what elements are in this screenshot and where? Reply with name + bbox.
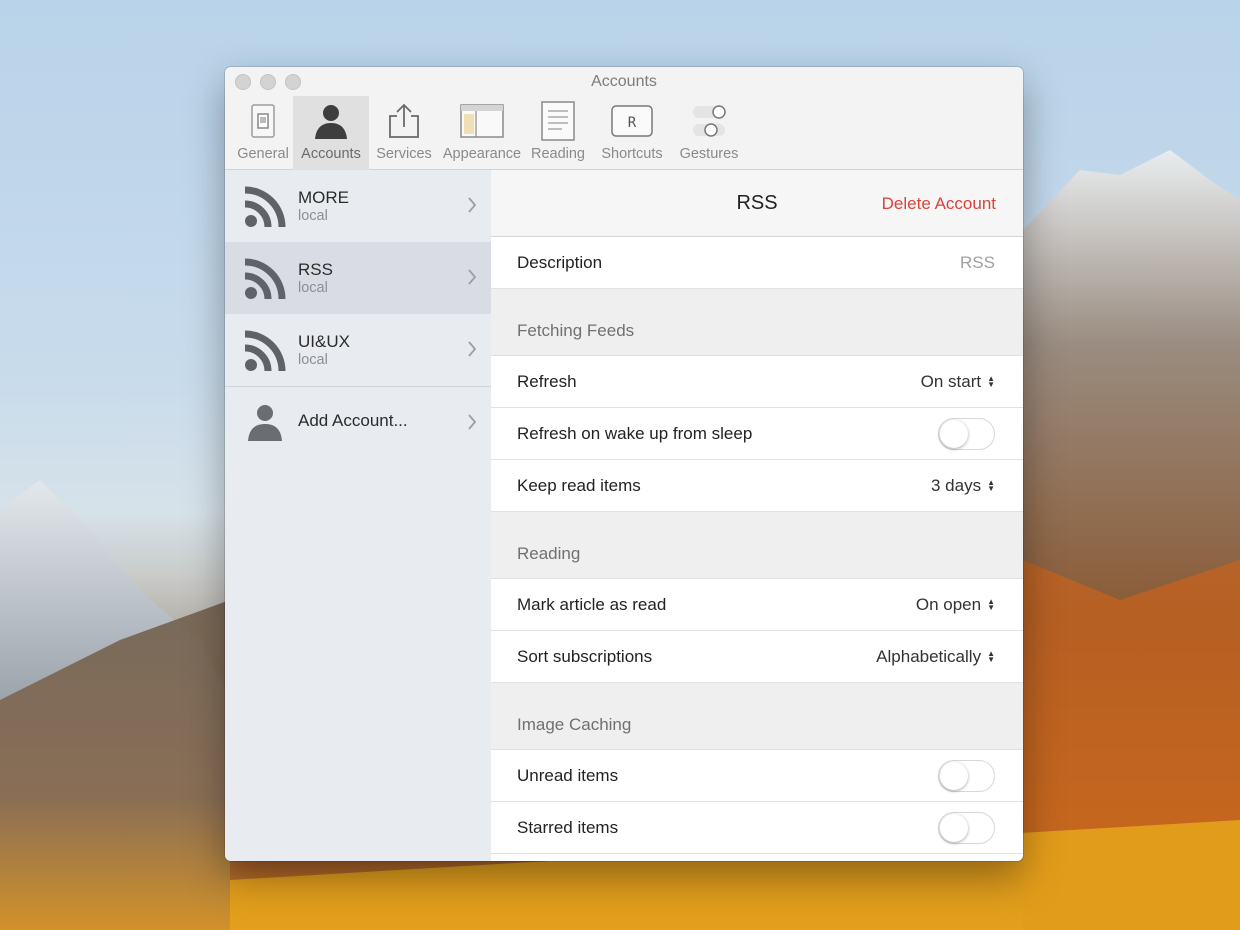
tab-shortcuts[interactable]: R Shortcuts <box>591 96 673 170</box>
refresh-wake-label: Refresh on wake up from sleep <box>517 424 753 443</box>
description-label: Description <box>517 253 603 272</box>
section-heading: Fetching Feeds <box>517 321 635 340</box>
sort-row: Sort subscriptions Alphabetically ▲ ▼ <box>491 631 1023 683</box>
description-field[interactable]: RSS <box>960 253 995 273</box>
toggle-knob <box>940 420 968 448</box>
layout-icon <box>460 100 504 142</box>
mark-read-label: Mark article as read <box>517 595 667 614</box>
account-item-uiux[interactable]: UI&UX local <box>225 314 491 386</box>
tab-accounts[interactable]: Accounts <box>293 96 369 170</box>
keyboard-key-icon: R <box>610 100 654 142</box>
window-title: Accounts <box>591 73 657 90</box>
updown-arrows-icon: ▲ ▼ <box>987 649 995 664</box>
accounts-sidebar: MORE local RSS local UI&UX local Add Acc… <box>225 170 492 861</box>
preferences-window: Accounts General Accounts Services Appea… <box>225 67 1023 861</box>
keep-read-row: Keep read items 3 days ▲ ▼ <box>491 460 1023 512</box>
starred-items-label: Starred items <box>517 818 619 837</box>
chevron-right-icon <box>468 197 477 213</box>
account-type: local <box>298 208 328 224</box>
description-row[interactable]: Description RSS <box>491 237 1023 289</box>
refresh-wake-row: Refresh on wake up from sleep <box>491 408 1023 460</box>
keep-read-value: 3 days <box>930 476 982 495</box>
tab-gestures[interactable]: Gestures <box>673 96 745 170</box>
add-account-button[interactable]: Add Account... <box>225 387 491 457</box>
chevron-right-icon <box>468 414 477 430</box>
account-name: MORE <box>298 188 349 207</box>
mark-read-value: On open <box>915 595 982 614</box>
tab-reading[interactable]: Reading <box>525 96 591 170</box>
mark-read-row: Mark article as read On open ▲ ▼ <box>491 579 1023 631</box>
updown-arrows-icon: ▲ ▼ <box>987 597 995 612</box>
unread-items-toggle[interactable] <box>938 760 995 792</box>
sort-popup[interactable]: Alphabetically ▲ ▼ <box>876 647 995 667</box>
toggle-knob <box>940 762 968 790</box>
person-icon <box>309 100 353 142</box>
toggles-icon <box>687 100 731 142</box>
toggle-knob <box>940 814 968 842</box>
delete-account-button[interactable]: Delete Account <box>882 194 996 214</box>
updown-arrows-icon: ▲ ▼ <box>987 478 995 493</box>
starred-items-toggle[interactable] <box>938 812 995 844</box>
rss-feed-icon <box>244 258 286 300</box>
person-icon <box>248 405 282 441</box>
document-icon <box>536 100 580 142</box>
account-type: local <box>298 352 328 368</box>
tab-appearance[interactable]: Appearance <box>439 96 525 170</box>
account-settings-panel: RSS Delete Account Description RSS Fetch… <box>491 170 1023 861</box>
refresh-label: Refresh <box>517 372 577 391</box>
account-item-more[interactable]: MORE local <box>225 170 491 242</box>
shortcut-key-letter: R <box>628 115 637 131</box>
account-name: RSS <box>298 260 333 279</box>
mark-read-popup[interactable]: On open ▲ ▼ <box>916 595 995 615</box>
refresh-value: On start <box>920 372 982 391</box>
refresh-row: Refresh On start ▲ ▼ <box>491 356 1023 408</box>
keep-read-label: Keep read items <box>517 476 641 495</box>
switch-icon <box>241 100 285 142</box>
section-image-caching: Image Caching <box>491 683 1023 750</box>
chevron-right-icon <box>468 269 477 285</box>
titlebar: Accounts General Accounts Services Appea… <box>225 67 1023 170</box>
section-fetching-feeds: Fetching Feeds <box>491 289 1023 356</box>
keep-read-popup[interactable]: 3 days ▲ ▼ <box>931 476 995 496</box>
starred-items-row: Starred items <box>491 802 1023 854</box>
unread-items-row: Unread items <box>491 750 1023 802</box>
share-icon <box>382 100 426 142</box>
sort-value: Alphabetically <box>876 647 982 666</box>
updown-arrows-icon: ▲ ▼ <box>987 374 995 389</box>
add-account-label: Add Account... <box>298 411 408 430</box>
chevron-right-icon <box>468 341 477 357</box>
rss-feed-icon <box>244 330 286 372</box>
sort-label: Sort subscriptions <box>517 647 653 666</box>
refresh-popup[interactable]: On start ▲ ▼ <box>921 372 995 392</box>
refresh-wake-toggle[interactable] <box>938 418 995 450</box>
unread-items-label: Unread items <box>517 766 619 785</box>
rss-feed-icon <box>244 186 286 228</box>
account-header: RSS Delete Account <box>491 170 1023 237</box>
account-item-rss[interactable]: RSS local <box>225 242 491 314</box>
section-reading: Reading <box>491 512 1023 579</box>
section-heading: Reading <box>517 544 581 563</box>
preferences-toolbar: General Accounts Services Appearance Rea… <box>233 96 745 170</box>
account-name: UI&UX <box>298 332 350 351</box>
tab-services[interactable]: Services <box>369 96 439 170</box>
section-heading: Image Caching <box>517 715 632 734</box>
account-type: local <box>298 280 328 296</box>
tab-general[interactable]: General <box>233 96 293 170</box>
